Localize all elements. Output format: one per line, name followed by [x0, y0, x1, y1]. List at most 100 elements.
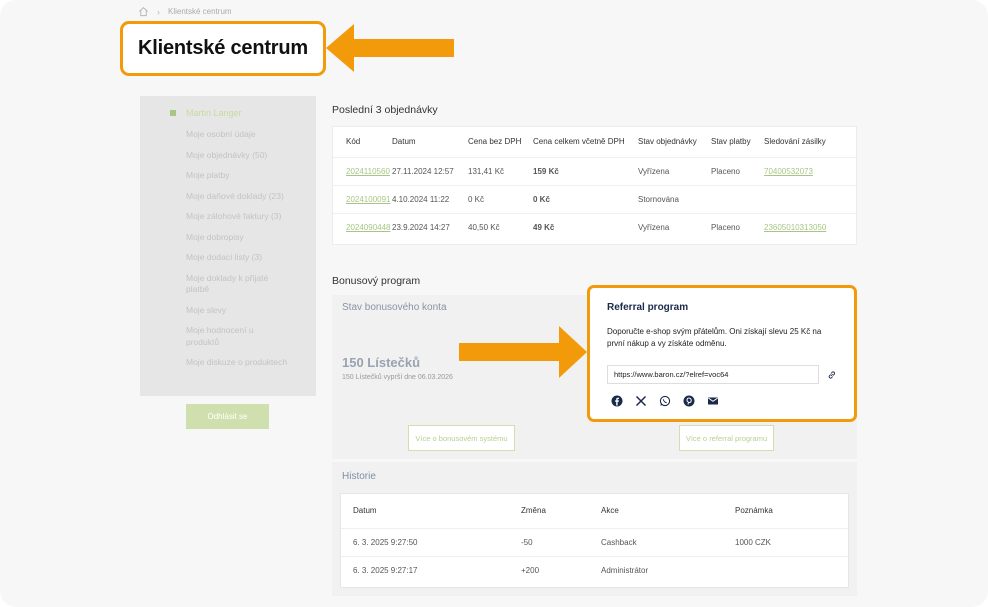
page-title-highlight: Klientské centrum	[120, 21, 326, 76]
referral-url-field[interactable]: https://www.baron.cz/?elref=voc64	[607, 365, 820, 384]
bullet-icon: ·	[170, 170, 173, 180]
sidebar-item-label: Moje doklady k přijaté platbě	[186, 272, 269, 295]
referral-card: Referral program Doporučte e-shop svým p…	[587, 285, 857, 422]
chevron-right-icon: ›	[157, 6, 160, 17]
sidebar-item[interactable]: · Moje objednávky (50)	[170, 150, 316, 162]
sidebar-user[interactable]: Martin Langer	[170, 108, 316, 118]
order-code-link[interactable]: 2024110560	[346, 167, 390, 176]
order-price-total: 0 Kč	[533, 184, 638, 213]
table-row: 2024100091 4.10.2024 11:22 0 Kč 0 Kč Sto…	[333, 184, 856, 213]
column-header: Stav platby	[711, 137, 751, 147]
sidebar-item-label: Moje osobní údaje	[186, 129, 256, 139]
bullet-icon: ·	[170, 129, 173, 139]
tracking-link[interactable]: 23605010313050	[764, 223, 826, 232]
sidebar-item[interactable]: · Moje doklady k přijaté platbě	[170, 273, 316, 296]
bonus-info-button[interactable]: Více o bonusovém systému	[408, 425, 515, 451]
mail-icon[interactable]	[707, 395, 719, 407]
table-row: 2024110560 27.11.2024 12:57 131,41 Kč 15…	[333, 156, 856, 185]
table-row: 2024090448 23.9.2024 14:27 40,50 Kč 49 K…	[333, 212, 856, 241]
sidebar-item[interactable]: · Moje diskuze o produktech	[170, 357, 316, 369]
column-header: Datum	[353, 506, 377, 516]
sidebar-item-label: Moje daňové doklady (23)	[186, 190, 284, 201]
history-title: Historie	[342, 471, 376, 482]
x-icon[interactable]	[635, 395, 647, 407]
column-header: Sledování zásilky	[764, 137, 826, 147]
whatsapp-icon[interactable]	[659, 395, 671, 407]
copy-link-icon[interactable]	[827, 370, 837, 380]
column-header: Stav objednávky	[638, 137, 697, 147]
table-header-row: Kód Datum Cena bez DPH Cena celkem včetn…	[333, 127, 856, 157]
arrow-left-icon	[326, 24, 454, 72]
sidebar-item-label: Moje objednávky (50)	[186, 149, 268, 160]
share-icons	[607, 395, 837, 407]
bonus-account-title: Stav bonusového konta	[342, 302, 447, 313]
sidebar-item-label: Moje dodací listy (3)	[186, 252, 263, 262]
page-title: Klientské centrum	[138, 37, 308, 59]
table-row: 6. 3. 2025 9:27:17 +200 Administrátor	[341, 555, 848, 584]
payment-status: Placeno	[711, 212, 764, 241]
history-action: Administrátor	[601, 555, 735, 584]
bullet-icon: ·	[170, 304, 173, 315]
sidebar-item-label: Moje platby	[186, 170, 230, 180]
history-date: 6. 3. 2025 9:27:50	[341, 527, 521, 556]
arrow-right-icon	[459, 326, 587, 378]
order-code-link[interactable]: 2024090448	[346, 223, 391, 232]
bullet-icon: ·	[170, 231, 173, 242]
order-price-total: 49 Kč	[533, 212, 638, 241]
bullet-icon: ·	[170, 272, 173, 283]
logout-button[interactable]: Odhlásit se	[186, 404, 269, 429]
pinterest-icon[interactable]	[683, 395, 695, 407]
referral-description: Doporučte e-shop svým přátelům. Oni získ…	[607, 327, 822, 348]
bonus-section-title: Bonusový program	[332, 275, 421, 287]
history-panel: Historie Datum Změna Akce Poznámka 6. 3.…	[332, 462, 857, 596]
sidebar-item[interactable]: · Moje dodací listy (3)	[170, 252, 316, 264]
history-note	[735, 555, 848, 584]
sidebar-menu: · Moje osobní údaje · Moje objednávky (50)…	[170, 129, 316, 369]
bullet-icon: ·	[170, 211, 173, 221]
sidebar-user-name: Martin Langer	[186, 108, 242, 118]
column-header: Cena celkem včetně DPH	[533, 137, 625, 147]
user-marker-icon	[170, 110, 176, 116]
sidebar: Martin Langer · Moje osobní údaje · Moje o…	[140, 96, 316, 396]
referral-title: Referral program	[607, 302, 689, 313]
sidebar-item[interactable]: · Moje hodnocení u produktů	[170, 325, 316, 348]
table-row: 6. 3. 2025 9:27:50 -50 Cashback 1000 CZK	[341, 527, 848, 556]
order-code-link[interactable]: 2024100091	[346, 195, 391, 204]
bullet-icon: ·	[170, 252, 173, 262]
history-action: Cashback	[601, 527, 735, 556]
order-date: 23.9.2024 14:27	[392, 212, 468, 241]
column-header: Cena bez DPH	[468, 137, 522, 147]
sidebar-item[interactable]: · Moje daňové doklady (23)	[170, 191, 316, 203]
column-header: Změna	[521, 506, 546, 516]
payment-status	[711, 184, 764, 213]
bullet-icon: ·	[170, 149, 173, 160]
sidebar-item[interactable]: · Moje osobní údaje	[170, 129, 316, 141]
facebook-icon[interactable]	[611, 395, 623, 407]
sidebar-item[interactable]: · Moje zálohové faktury (3)	[170, 211, 316, 223]
order-status: Vyřízena	[638, 212, 711, 241]
payment-status: Placeno	[711, 156, 764, 185]
bullet-icon: ·	[170, 325, 173, 335]
sidebar-item[interactable]: · Moje dobropisy	[170, 232, 316, 244]
history-note: 1000 CZK	[735, 527, 848, 556]
orders-title: Poslední 3 objednávky	[332, 104, 438, 116]
referral-url-row: https://www.baron.cz/?elref=voc64	[607, 365, 837, 384]
home-icon[interactable]	[138, 6, 149, 17]
order-price-net: 131,41 Kč	[468, 156, 533, 185]
tracking-link[interactable]: 70400532073	[764, 167, 813, 176]
sidebar-item[interactable]: · Moje slevy	[170, 305, 316, 317]
sidebar-item-label: Moje diskuze o produktech	[186, 357, 288, 367]
column-header: Akce	[601, 506, 619, 516]
sidebar-item[interactable]: · Moje platby	[170, 170, 316, 182]
column-header: Poznámka	[735, 506, 773, 516]
bullet-icon: ·	[170, 190, 173, 201]
order-price-net: 0 Kč	[468, 184, 533, 213]
bonus-expiry: 150 Lístečků vyprší dne 06.03.2026	[342, 374, 453, 381]
referral-info-button[interactable]: Více o referral programu	[679, 425, 774, 451]
history-change: -50	[521, 527, 601, 556]
page-frame: › Klientské centrum Klientské centrum Ma…	[0, 0, 988, 607]
table-header-row: Datum Změna Akce Poznámka	[341, 494, 848, 528]
sidebar-item-label: Moje dobropisy	[186, 231, 244, 242]
bonus-balance: 150 Lístečků	[342, 355, 421, 370]
order-price-total: 159 Kč	[533, 156, 638, 185]
